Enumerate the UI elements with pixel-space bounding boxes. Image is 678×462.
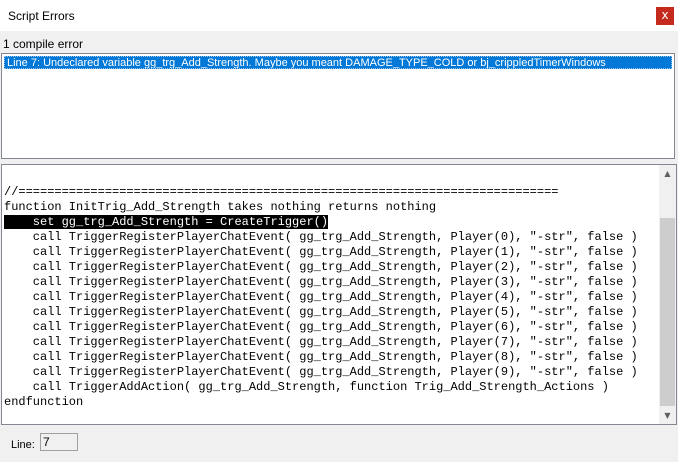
- error-count-label: 1 compile error: [3, 37, 84, 51]
- scroll-down-icon[interactable]: ▼: [659, 407, 676, 424]
- error-list[interactable]: Line 7: Undeclared variable gg_trg_Add_S…: [1, 53, 675, 159]
- code-line[interactable]: call TriggerAddAction( gg_trg_Add_Streng…: [4, 380, 658, 395]
- code-line-text: call TriggerRegisterPlayerChatEvent( gg_…: [4, 275, 638, 289]
- line-number-field[interactable]: 7: [40, 433, 78, 451]
- line-label: Line:: [11, 439, 35, 451]
- code-line[interactable]: //======================================…: [4, 185, 658, 200]
- close-icon: x: [661, 8, 669, 22]
- code-text[interactable]: //======================================…: [4, 185, 658, 410]
- close-button[interactable]: x: [656, 7, 674, 25]
- code-line-text: call TriggerRegisterPlayerChatEvent( gg_…: [4, 290, 638, 304]
- code-line-text: call TriggerRegisterPlayerChatEvent( gg_…: [4, 245, 638, 259]
- title-bar[interactable]: Script Errors x: [0, 0, 678, 31]
- code-line[interactable]: call TriggerRegisterPlayerChatEvent( gg_…: [4, 305, 658, 320]
- code-line-text: call TriggerRegisterPlayerChatEvent( gg_…: [4, 320, 638, 334]
- code-line-text: call TriggerAddAction( gg_trg_Add_Streng…: [4, 380, 609, 394]
- script-errors-window: Script Errors x 1 compile error Line 7: …: [0, 0, 678, 462]
- code-line[interactable]: call TriggerRegisterPlayerChatEvent( gg_…: [4, 290, 658, 305]
- scroll-up-icon[interactable]: ▲: [659, 165, 676, 182]
- scroll-thumb[interactable]: [660, 218, 675, 406]
- code-line[interactable]: call TriggerRegisterPlayerChatEvent( gg_…: [4, 275, 658, 290]
- error-list-item[interactable]: Line 7: Undeclared variable gg_trg_Add_S…: [4, 56, 672, 69]
- code-line[interactable]: call TriggerRegisterPlayerChatEvent( gg_…: [4, 350, 658, 365]
- code-line-text: call TriggerRegisterPlayerChatEvent( gg_…: [4, 305, 638, 319]
- code-line[interactable]: function InitTrig_Add_Strength takes not…: [4, 200, 658, 215]
- code-line[interactable]: endfunction: [4, 395, 658, 410]
- code-line-text: //======================================…: [4, 185, 559, 199]
- code-line-text: call TriggerRegisterPlayerChatEvent( gg_…: [4, 365, 638, 379]
- code-line-text: call TriggerRegisterPlayerChatEvent( gg_…: [4, 230, 638, 244]
- code-line[interactable]: call TriggerRegisterPlayerChatEvent( gg_…: [4, 335, 658, 350]
- code-line[interactable]: call TriggerRegisterPlayerChatEvent( gg_…: [4, 245, 658, 260]
- code-line[interactable]: call TriggerRegisterPlayerChatEvent( gg_…: [4, 260, 658, 275]
- code-line-text: endfunction: [4, 395, 84, 409]
- code-line-text: set gg_trg_Add_Strength = CreateTrigger(…: [4, 215, 329, 229]
- code-line-text: call TriggerRegisterPlayerChatEvent( gg_…: [4, 260, 638, 274]
- code-line[interactable]: call TriggerRegisterPlayerChatEvent( gg_…: [4, 320, 658, 335]
- status-bar: Line: 7: [0, 425, 678, 462]
- code-line[interactable]: set gg_trg_Add_Strength = CreateTrigger(…: [4, 215, 658, 230]
- code-line-text: function InitTrig_Add_Strength takes not…: [4, 200, 437, 214]
- code-line-text: call TriggerRegisterPlayerChatEvent( gg_…: [4, 350, 638, 364]
- code-view[interactable]: //======================================…: [1, 164, 677, 425]
- vertical-scrollbar[interactable]: ▲ ▼: [659, 165, 676, 424]
- code-line-text: call TriggerRegisterPlayerChatEvent( gg_…: [4, 335, 638, 349]
- code-line[interactable]: call TriggerRegisterPlayerChatEvent( gg_…: [4, 230, 658, 245]
- window-title: Script Errors: [8, 9, 75, 23]
- code-line[interactable]: call TriggerRegisterPlayerChatEvent( gg_…: [4, 365, 658, 380]
